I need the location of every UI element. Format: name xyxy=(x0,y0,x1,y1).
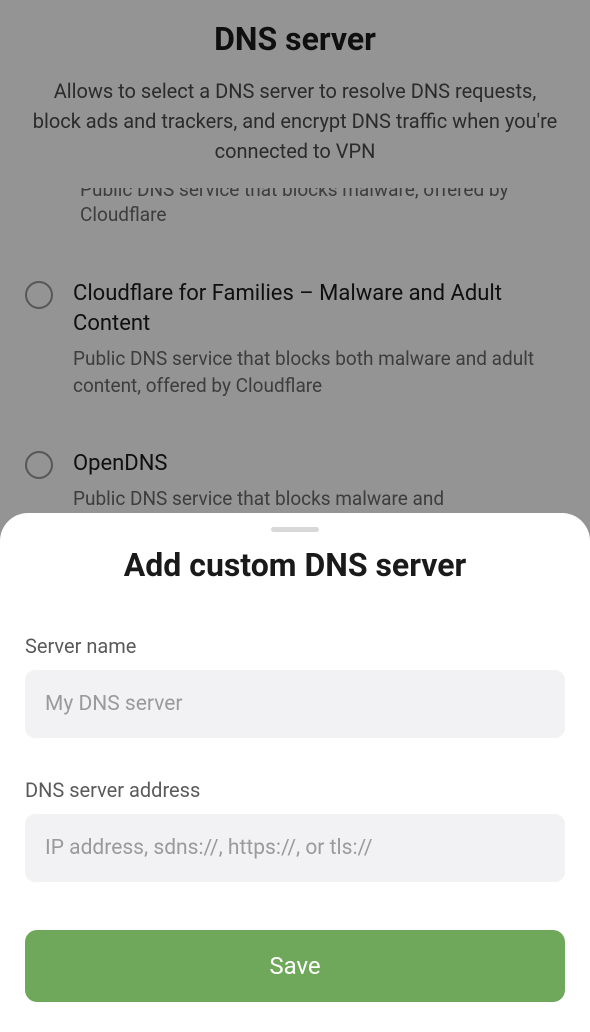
server-name-group: Server name xyxy=(25,634,565,738)
save-button[interactable]: Save xyxy=(25,930,565,1002)
add-custom-dns-modal: Add custom DNS server Server name DNS se… xyxy=(0,513,590,1032)
modal-title: Add custom DNS server xyxy=(25,546,565,584)
server-address-label: DNS server address xyxy=(25,778,565,802)
server-address-group: DNS server address xyxy=(25,778,565,882)
server-address-input[interactable] xyxy=(25,814,565,882)
server-name-label: Server name xyxy=(25,634,565,658)
server-name-input[interactable] xyxy=(25,670,565,738)
drag-handle-icon[interactable] xyxy=(271,527,319,532)
